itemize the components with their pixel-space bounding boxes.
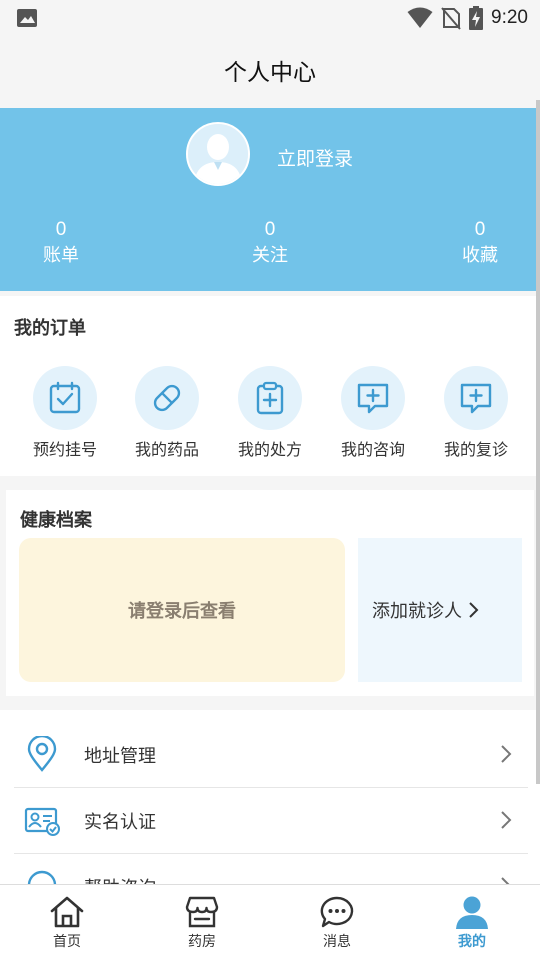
headset-icon [27, 870, 57, 884]
title-bar: 个人中心 [0, 36, 540, 104]
health-title: 健康档案 [20, 510, 92, 531]
order-item-label: 我的药品 [134, 440, 199, 459]
stat-favorites[interactable]: 0 收藏 [440, 218, 520, 270]
status-bar: 9:20 [0, 0, 540, 36]
calendar-check-icon [49, 381, 81, 414]
chevron-right-icon [469, 602, 479, 618]
menu-item-help[interactable]: 帮助咨询 [14, 854, 528, 884]
order-item-label: 我的复诊 [443, 440, 508, 459]
page-title: 个人中心 [224, 60, 316, 86]
id-card-icon [24, 807, 60, 836]
health-records-section: 健康档案 请登录后查看 添加就诊人 [6, 490, 534, 696]
add-patient-button[interactable]: 添加就诊人 [358, 538, 522, 682]
order-item-consultation[interactable]: 我的咨询 [328, 366, 418, 460]
stat-value: 0 [474, 219, 486, 240]
stat-label: 账单 [43, 245, 79, 266]
tab-label: 消息 [323, 934, 351, 950]
menu-item-label: 实名认证 [84, 812, 156, 833]
wifi-icon [407, 7, 433, 28]
stat-follows[interactable]: 0 关注 [230, 218, 310, 270]
health-login-prompt[interactable]: 请登录后查看 [19, 538, 345, 682]
order-item-label: 我的处方 [237, 440, 302, 459]
stat-label: 收藏 [462, 245, 498, 266]
stat-value: 0 [264, 219, 276, 240]
chevron-right-icon [501, 877, 510, 884]
orders-section: 我的订单 预约挂号 我的药品 我的处方 我的咨询 我的复诊 [0, 296, 540, 476]
image-icon [17, 9, 37, 27]
message-icon [320, 896, 354, 928]
no-sim-icon [441, 7, 461, 30]
login-link[interactable]: 立即登录 [277, 144, 353, 171]
menu-item-verification[interactable]: 实名认证 [14, 788, 528, 854]
order-item-followup[interactable]: 我的复诊 [431, 366, 521, 460]
home-icon [50, 896, 84, 928]
tab-label: 首页 [53, 934, 81, 950]
chat-plus-icon [460, 383, 492, 414]
location-pin-icon [27, 736, 57, 772]
scrollbar[interactable] [536, 100, 540, 784]
stat-label: 关注 [252, 245, 288, 266]
clipboard-plus-icon [256, 381, 284, 415]
stat-value: 0 [55, 219, 67, 240]
orders-title: 我的订单 [14, 318, 86, 339]
chat-plus-icon [357, 383, 389, 414]
store-icon [185, 896, 219, 928]
order-item-prescription[interactable]: 我的处方 [225, 366, 315, 460]
tab-messages[interactable]: 消息 [297, 895, 377, 951]
menu-item-label: 地址管理 [84, 746, 156, 767]
tab-label: 药房 [188, 934, 216, 950]
tab-label: 我的 [458, 934, 486, 950]
order-item-medicine[interactable]: 我的药品 [122, 366, 212, 460]
status-time: 9:20 [491, 7, 528, 28]
order-item-label: 我的咨询 [340, 440, 405, 459]
profile-header: 立即登录 0 账单 0 关注 0 收藏 [0, 108, 540, 291]
menu-item-address[interactable]: 地址管理 [14, 722, 528, 788]
menu-item-label: 帮助咨询 [84, 874, 156, 884]
battery-charging-icon [469, 6, 484, 30]
stat-bills[interactable]: 0 账单 [21, 218, 101, 270]
bottom-tab-bar: 首页 药房 消息 我的 [0, 884, 540, 960]
tab-pharmacy[interactable]: 药房 [162, 895, 242, 951]
user-icon [456, 896, 488, 929]
avatar[interactable] [186, 122, 250, 186]
pill-icon [153, 384, 181, 412]
add-patient-label: 添加就诊人 [372, 601, 462, 622]
tab-home[interactable]: 首页 [27, 895, 107, 951]
default-avatar-icon [188, 124, 248, 184]
settings-menu: 地址管理 实名认证 帮助咨询 [0, 710, 540, 884]
order-item-appointment[interactable]: 预约挂号 [20, 366, 110, 460]
chevron-right-icon [501, 811, 512, 829]
tab-me[interactable]: 我的 [432, 895, 512, 951]
order-item-label: 预约挂号 [32, 440, 97, 459]
chevron-right-icon [501, 745, 512, 763]
